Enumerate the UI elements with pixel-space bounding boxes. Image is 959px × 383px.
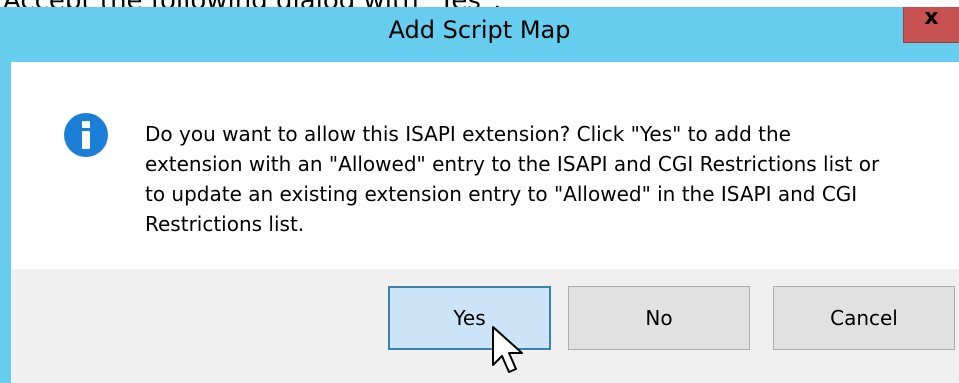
message-area: Do you want to allow this ISAPI extensio… xyxy=(11,62,959,269)
no-button[interactable]: No xyxy=(568,286,750,350)
mouse-pointer-icon xyxy=(492,326,523,373)
dialog-content: Do you want to allow this ISAPI extensio… xyxy=(11,62,959,383)
info-icon xyxy=(64,113,108,157)
close-button[interactable]: x xyxy=(903,5,959,43)
dialog-title: Add Script Map xyxy=(388,16,571,44)
close-icon: x xyxy=(924,5,939,30)
dialog-titlebar[interactable]: Add Script Map x xyxy=(0,5,959,57)
dialog-message: Do you want to allow this ISAPI extensio… xyxy=(145,122,880,236)
cancel-button[interactable]: Cancel xyxy=(773,286,955,350)
add-script-map-dialog: Add Script Map x Do you want to allow th… xyxy=(0,5,959,383)
